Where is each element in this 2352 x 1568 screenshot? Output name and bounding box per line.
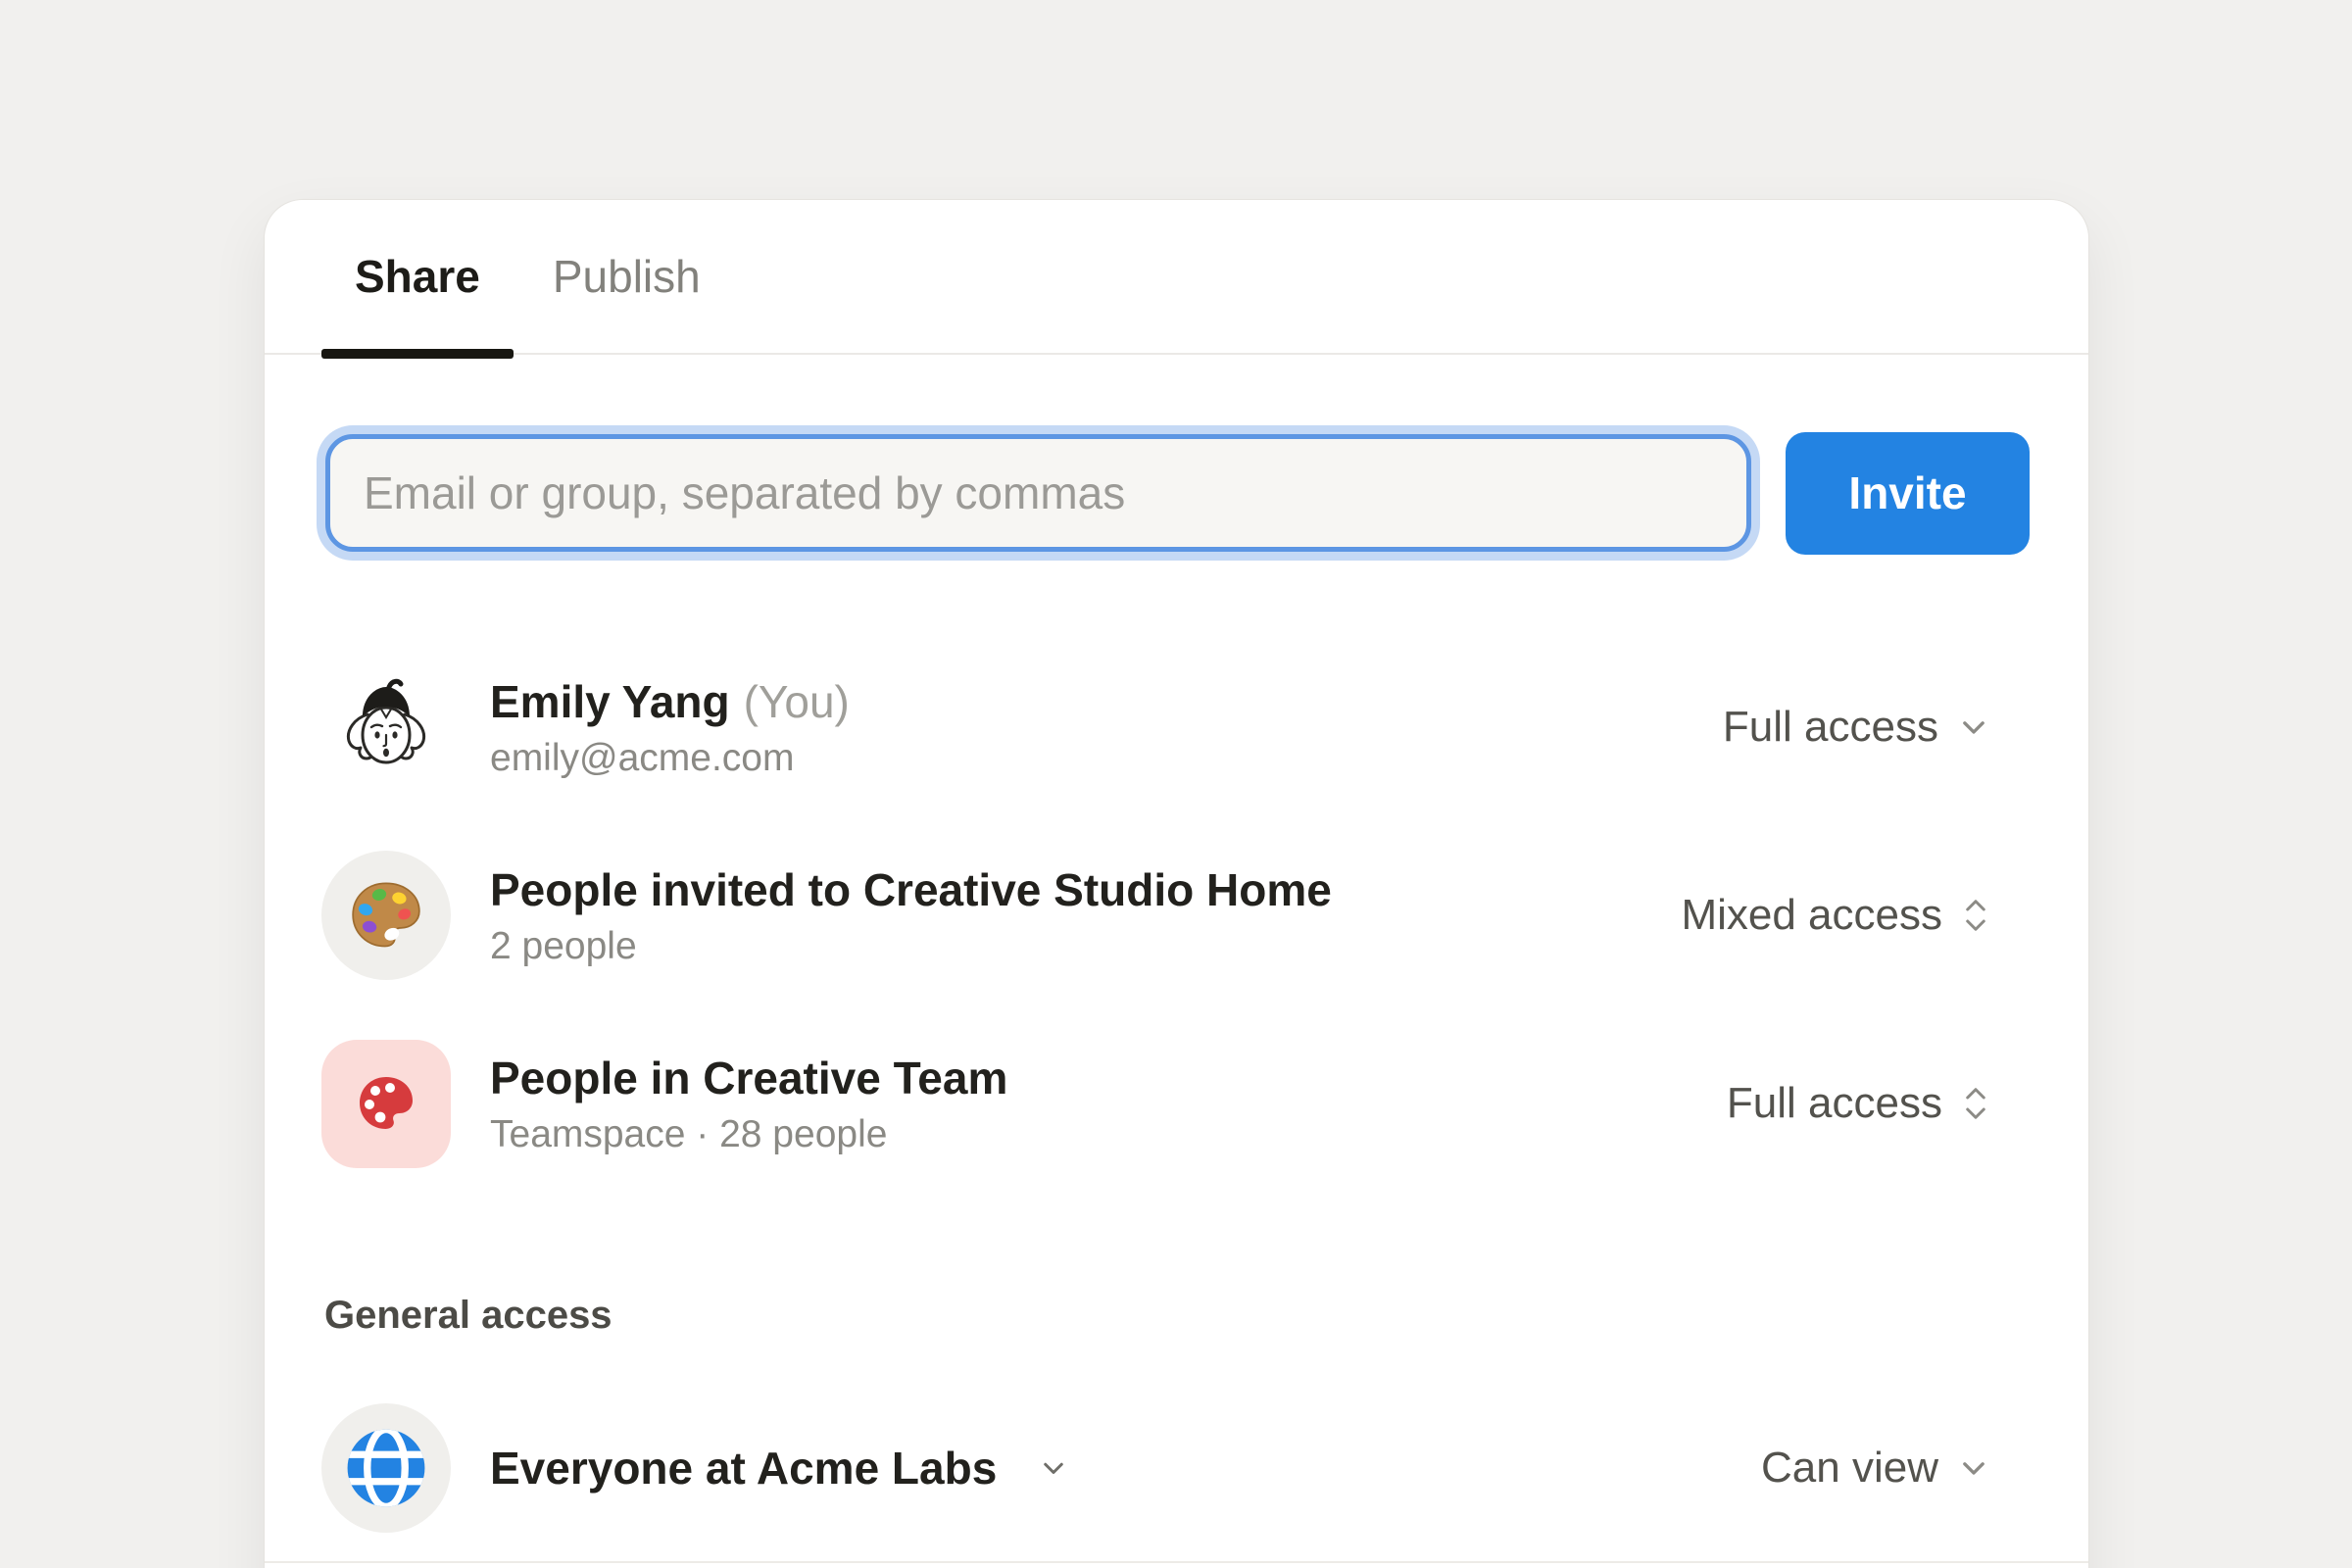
dialog-tab-bar: Share Publish bbox=[265, 200, 2088, 355]
page-background: { "window": { "background_color": "#f1f0… bbox=[0, 0, 2352, 1568]
avatar bbox=[321, 851, 451, 980]
access-label: Mixed access bbox=[1681, 891, 1942, 940]
person-illustration-icon bbox=[337, 673, 435, 781]
avatar-circle bbox=[321, 851, 451, 980]
everyone-scope-label: Everyone at Acme Labs bbox=[490, 1439, 997, 1497]
member-name: Emily Yang (You) bbox=[490, 672, 850, 731]
avatar bbox=[321, 1403, 451, 1533]
general-access-section: Everyone at Acme Labs Can view bbox=[265, 1403, 2088, 1533]
chevron-up-down-icon bbox=[1958, 1080, 1993, 1127]
artist-palette-emoji-icon bbox=[345, 874, 427, 956]
access-label: Full access bbox=[1723, 703, 1938, 752]
share-dialog: Share Publish Invite bbox=[264, 199, 2089, 1568]
tab-publish-label: Publish bbox=[553, 250, 701, 303]
member-text: Emily Yang (You) emily@acme.com bbox=[490, 672, 850, 782]
member-row-emily: Emily Yang (You) emily@acme.com Full acc… bbox=[321, 662, 1993, 792]
chevron-up-down-icon bbox=[1958, 892, 1993, 939]
member-name-text: People in Creative Team bbox=[490, 1049, 1007, 1107]
avatar bbox=[321, 1039, 451, 1168]
chevron-down-icon bbox=[1036, 1450, 1071, 1486]
member-teamspace-info: Teamspace · 28 people bbox=[490, 1111, 1007, 1158]
invite-button[interactable]: Invite bbox=[1786, 432, 2030, 555]
red-palette-teamspace-icon bbox=[351, 1068, 421, 1139]
member-name: People invited to Creative Studio Home bbox=[490, 860, 1332, 919]
footer-divider bbox=[265, 1561, 2088, 1563]
access-dropdown-emily[interactable]: Full access bbox=[1723, 703, 1993, 752]
member-count: 2 people bbox=[490, 923, 1332, 970]
access-dropdown-invited-group[interactable]: Mixed access bbox=[1681, 891, 1993, 940]
general-access-heading: General access bbox=[324, 1292, 2088, 1339]
access-label: Full access bbox=[1727, 1079, 1942, 1128]
member-text: Everyone at Acme Labs bbox=[490, 1439, 1071, 1497]
member-text: People in Creative Team Teamspace · 28 p… bbox=[490, 1049, 1007, 1158]
tab-share[interactable]: Share bbox=[321, 200, 514, 353]
access-label: Can view bbox=[1761, 1444, 1938, 1493]
access-dropdown-creative-team[interactable]: Full access bbox=[1727, 1079, 1993, 1128]
chevron-down-icon bbox=[1954, 1448, 1993, 1488]
access-dropdown-everyone[interactable]: Can view bbox=[1761, 1444, 1993, 1493]
member-name: People in Creative Team bbox=[490, 1049, 1007, 1107]
member-name-text: Emily Yang bbox=[490, 672, 730, 731]
member-text: People invited to Creative Studio Home 2… bbox=[490, 860, 1332, 970]
email-or-group-input[interactable] bbox=[325, 434, 1751, 552]
member-email: emily@acme.com bbox=[490, 735, 850, 782]
invite-row: Invite bbox=[265, 355, 2088, 561]
avatar-circle bbox=[321, 1403, 451, 1533]
everyone-scope-dropdown[interactable]: Everyone at Acme Labs bbox=[490, 1439, 1071, 1497]
chevron-down-icon bbox=[1954, 708, 1993, 747]
tab-publish[interactable]: Publish bbox=[553, 200, 701, 353]
globe-icon bbox=[343, 1425, 429, 1511]
teamspace-tile bbox=[321, 1040, 451, 1168]
member-you-suffix: (You) bbox=[744, 672, 850, 731]
avatar bbox=[321, 662, 451, 792]
tab-share-label: Share bbox=[355, 250, 480, 303]
member-name-text: People invited to Creative Studio Home bbox=[490, 860, 1332, 919]
members-list: Emily Yang (You) emily@acme.com Full acc… bbox=[265, 662, 2088, 1168]
general-access-row: Everyone at Acme Labs Can view bbox=[321, 1403, 1993, 1533]
member-row-creative-team: People in Creative Team Teamspace · 28 p… bbox=[321, 1039, 1993, 1168]
member-row-invited-group: People invited to Creative Studio Home 2… bbox=[321, 851, 1993, 980]
